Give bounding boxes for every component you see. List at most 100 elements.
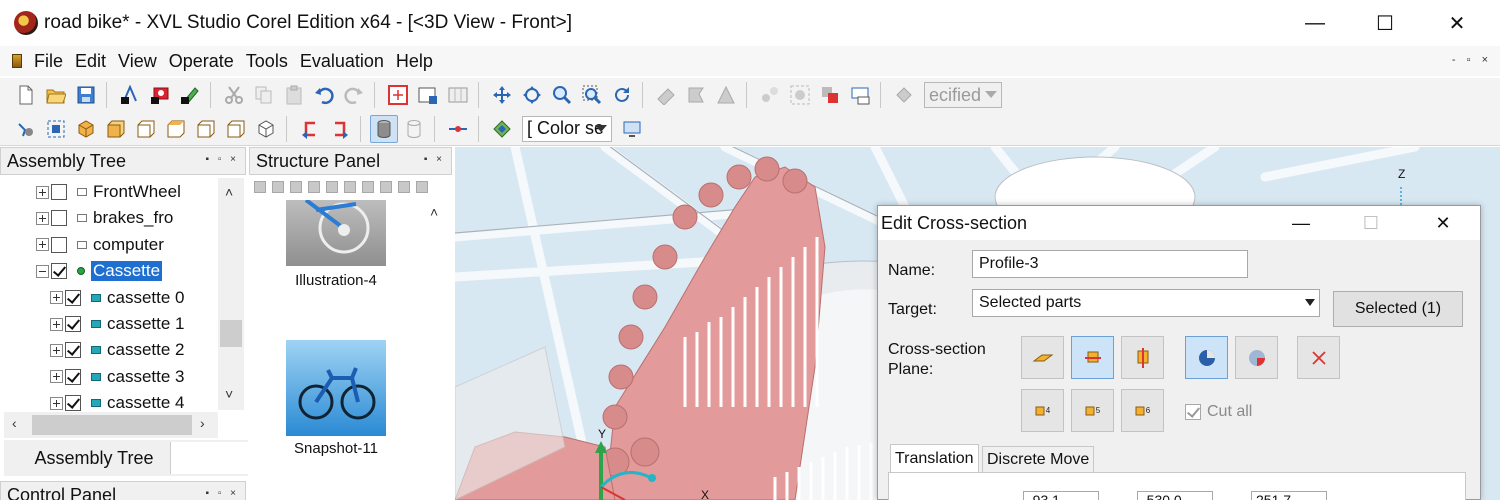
expand-icon[interactable] xyxy=(50,317,63,331)
panel-controls[interactable]: ▪ ▫ × xyxy=(206,488,240,499)
tab-translation[interactable]: Translation xyxy=(890,444,979,472)
visibility-checkbox[interactable] xyxy=(51,263,67,280)
dialog-minimize-button[interactable]: — xyxy=(1276,206,1326,240)
visibility-checkbox[interactable] xyxy=(51,210,67,227)
structure-vertical-scrollbar[interactable]: ˄ xyxy=(424,200,448,500)
export-markup-button[interactable] xyxy=(176,81,204,109)
tree-node[interactable]: cassette 2 xyxy=(0,337,185,363)
expand-icon[interactable] xyxy=(50,396,63,410)
paint-button[interactable] xyxy=(890,81,918,109)
menu-file[interactable]: File xyxy=(28,51,69,72)
expand-icon[interactable] xyxy=(50,370,63,384)
fit-view-button[interactable] xyxy=(384,81,412,109)
sp-tool-icon[interactable] xyxy=(326,181,338,193)
zoom-button[interactable] xyxy=(548,81,576,109)
selected-button[interactable]: Selected (1) xyxy=(1333,291,1463,327)
annotation-button[interactable] xyxy=(682,81,710,109)
tree-vertical-scrollbar[interactable]: ˄ ˅ xyxy=(218,178,244,410)
pan-button[interactable] xyxy=(488,81,516,109)
wireframe-mode-button[interactable] xyxy=(400,115,428,143)
note-button[interactable] xyxy=(846,81,874,109)
specified-combo[interactable]: ecified xyxy=(924,82,1002,108)
collapse-icon[interactable] xyxy=(36,264,49,278)
menu-evaluation[interactable]: Evaluation xyxy=(294,51,390,72)
tree-node[interactable]: brakes_fro xyxy=(0,205,173,231)
rotate-left-button[interactable] xyxy=(296,115,324,143)
sp-tool-icon[interactable] xyxy=(344,181,356,193)
view-right-button[interactable] xyxy=(252,115,280,143)
tab-discrete-move[interactable]: Discrete Move xyxy=(982,446,1095,472)
tree-node[interactable]: computer xyxy=(0,232,164,258)
cut-button[interactable] xyxy=(220,81,248,109)
section-quarter-button[interactable] xyxy=(1235,336,1278,379)
cut-all-option[interactable]: Cut all xyxy=(1183,403,1252,421)
sp-tool-icon[interactable] xyxy=(290,181,302,193)
minimize-button[interactable]: — xyxy=(1280,0,1350,46)
scroll-thumb[interactable] xyxy=(220,320,242,347)
maximize-button[interactable]: ☐ xyxy=(1350,0,1420,46)
sp-tool-icon[interactable] xyxy=(398,181,410,193)
scroll-up-icon[interactable]: ˄ xyxy=(225,184,233,200)
view-front-button[interactable] xyxy=(102,115,130,143)
document-icon[interactable] xyxy=(12,54,22,68)
dialog-maximize-button[interactable]: ☐ xyxy=(1346,206,1396,240)
name-input[interactable]: Profile-3 xyxy=(972,250,1248,278)
plane-5-button[interactable]: 5 xyxy=(1071,389,1114,432)
menu-help[interactable]: Help xyxy=(390,51,439,72)
cut-all-checkbox[interactable] xyxy=(1185,404,1201,420)
paste-button[interactable] xyxy=(280,81,308,109)
translation-z-field[interactable]: 251.7 xyxy=(1251,491,1327,500)
rotate-right-button[interactable] xyxy=(326,115,354,143)
delete-section-button[interactable] xyxy=(1297,336,1340,379)
sp-tool-icon[interactable] xyxy=(380,181,392,193)
dialog-close-button[interactable]: ✕ xyxy=(1418,206,1468,240)
refresh-view-button[interactable] xyxy=(608,81,636,109)
interference-button[interactable] xyxy=(712,81,740,109)
thumbnail-snapshot[interactable] xyxy=(286,340,386,436)
plane-xy-button[interactable] xyxy=(1021,336,1064,379)
export-drawing-button[interactable] xyxy=(116,81,144,109)
menu-tools[interactable]: Tools xyxy=(240,51,294,72)
rotate-view-button[interactable] xyxy=(518,81,546,109)
new-file-button[interactable] xyxy=(12,81,40,109)
visibility-checkbox[interactable] xyxy=(51,236,67,253)
translation-x-field[interactable]: -93.1 xyxy=(1023,491,1099,500)
plane-zx-button[interactable] xyxy=(1121,336,1164,379)
copy-button[interactable] xyxy=(250,81,278,109)
visibility-checkbox[interactable] xyxy=(65,368,81,385)
view-left-button[interactable] xyxy=(222,115,250,143)
scroll-thumb[interactable] xyxy=(32,415,192,435)
orbit-button[interactable] xyxy=(12,115,40,143)
panel-controls[interactable]: ▪ ▫ × xyxy=(206,154,240,165)
menu-edit[interactable]: Edit xyxy=(69,51,112,72)
undo-button[interactable] xyxy=(310,81,338,109)
zoom-window-button[interactable] xyxy=(578,81,606,109)
visibility-checkbox[interactable] xyxy=(65,395,81,412)
expand-icon[interactable] xyxy=(36,238,49,252)
view-back-button[interactable] xyxy=(132,115,160,143)
expand-icon[interactable] xyxy=(36,211,49,225)
thumbnail-illustration[interactable] xyxy=(286,200,386,266)
tree-node[interactable]: FrontWheel xyxy=(0,179,181,205)
translation-y-field[interactable]: -530.0 xyxy=(1137,491,1213,500)
frame-grid-button[interactable] xyxy=(444,81,472,109)
open-file-button[interactable] xyxy=(42,81,70,109)
tree-node[interactable]: cassette 3 xyxy=(0,364,185,390)
scroll-left-icon[interactable]: ‹ xyxy=(12,415,17,431)
expand-icon[interactable] xyxy=(50,291,63,305)
add-frame-button[interactable] xyxy=(414,81,442,109)
close-button[interactable]: ✕ xyxy=(1422,0,1492,46)
visibility-checkbox[interactable] xyxy=(65,289,81,306)
redo-button[interactable] xyxy=(340,81,368,109)
view-bottom-button[interactable] xyxy=(192,115,220,143)
plane-6-button[interactable]: 6 xyxy=(1121,389,1164,432)
color-set-combo[interactable]: [ Color se xyxy=(522,115,612,142)
sp-tool-icon[interactable] xyxy=(308,181,320,193)
sp-tool-icon[interactable] xyxy=(362,181,374,193)
measure-button[interactable] xyxy=(652,81,680,109)
menu-view[interactable]: View xyxy=(112,51,163,72)
plane-4-button[interactable]: 4 xyxy=(1021,389,1064,432)
tree-horizontal-scrollbar[interactable]: ‹ › xyxy=(4,412,218,438)
tab-assembly-tree[interactable]: Assembly Tree xyxy=(18,442,170,474)
display-panel-button[interactable] xyxy=(618,115,646,143)
